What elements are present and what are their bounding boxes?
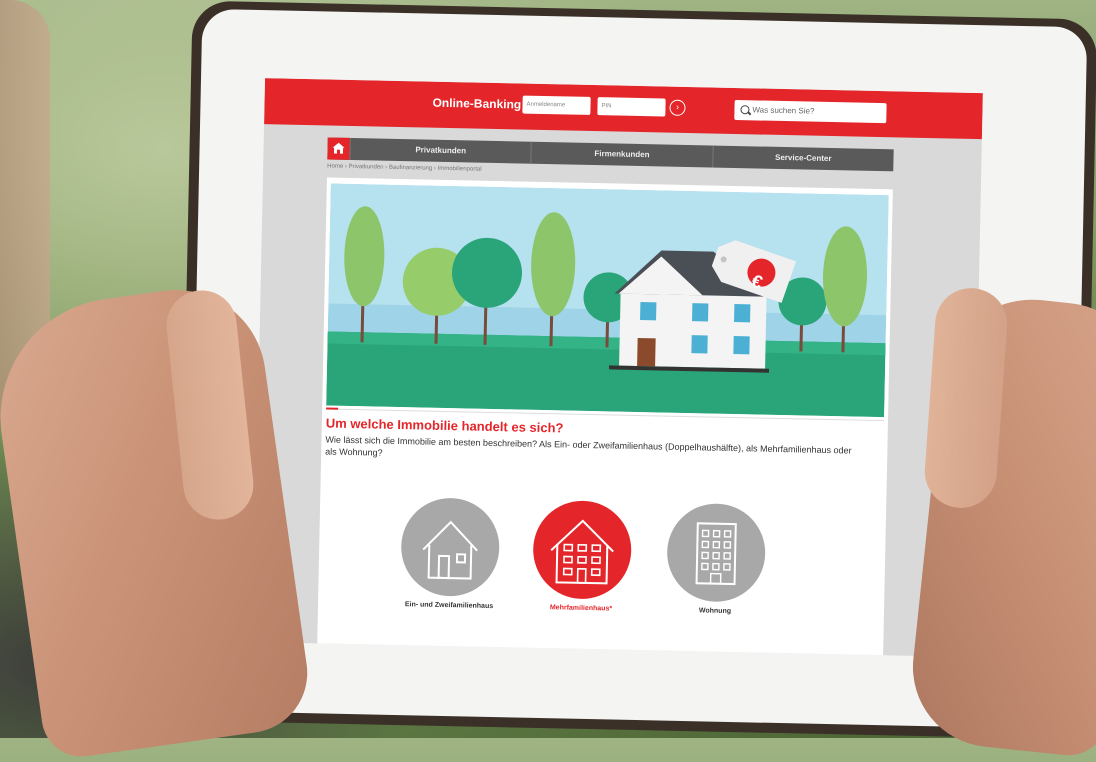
choice-label: Mehrfamilienhaus* — [549, 604, 613, 613]
home-button[interactable] — [327, 137, 350, 160]
search-icon — [740, 105, 750, 115]
choice-wohnung[interactable]: Wohnung — [660, 502, 772, 616]
search-input[interactable]: Was suchen Sie? — [734, 99, 887, 124]
site-header: Online-Banking Anmeldename PIN › Was suc… — [264, 78, 983, 140]
choice-label: Wohnung — [698, 607, 732, 616]
main-content: € Um welche Immobilie handelt es sich? W… — [317, 177, 893, 658]
question-description: Wie lässt sich die Immobilie am besten b… — [325, 434, 852, 458]
login-name-field[interactable]: Anmeldename — [522, 95, 591, 115]
tablet-screen: Online-Banking Anmeldename PIN › Was suc… — [253, 78, 983, 658]
hero-illustration: € — [326, 183, 889, 418]
single-family-house-icon — [400, 497, 501, 598]
section-accent — [326, 407, 339, 410]
pin-field[interactable]: PIN — [597, 97, 666, 117]
login-go-button[interactable]: › — [669, 99, 686, 116]
question-title: Um welche Immobilie handelt es sich? — [325, 415, 564, 436]
nav-item-firmenkunden[interactable]: Firmenkunden — [530, 141, 713, 168]
breadcrumb: Home › Privatkunden › Baufinanzierung › … — [327, 163, 482, 173]
choice-ein-zweifamilienhaus[interactable]: Ein- und Zweifamilienhaus — [394, 497, 506, 610]
multi-family-house-icon — [532, 499, 633, 600]
choice-mehrfamilienhaus[interactable]: Mehrfamilienhaus* — [526, 499, 638, 613]
home-icon — [332, 142, 345, 154]
nav-item-service-center[interactable]: Service-Center — [711, 145, 894, 172]
choice-label: Ein- und Zweifamilienhaus — [404, 601, 494, 611]
right-thumb — [922, 285, 1010, 511]
nav-item-privatkunden[interactable]: Privatkunden — [349, 137, 532, 164]
apartment-building-icon — [666, 502, 767, 603]
online-banking-label: Online-Banking — [432, 95, 522, 112]
